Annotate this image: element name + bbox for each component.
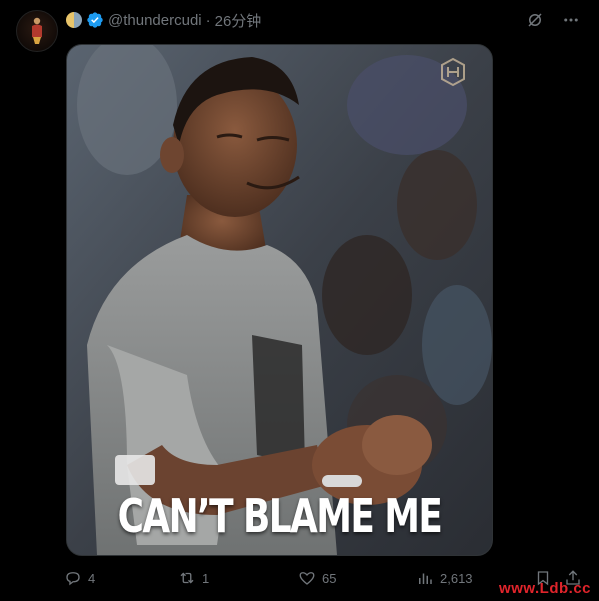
like-button[interactable]: 65	[298, 566, 336, 590]
tweet[interactable]: @thundercudi · 26分钟 CAN’T BLAME ME 4 1 6…	[0, 0, 599, 601]
like-count: 65	[322, 570, 337, 586]
verified-badge-icon	[87, 12, 103, 28]
reply-icon	[66, 572, 80, 586]
repost-icon	[180, 572, 194, 584]
author-handle[interactable]: @thundercudi	[108, 12, 202, 29]
reply-button[interactable]: 4	[64, 566, 95, 590]
player-photo	[67, 45, 492, 555]
repost-button[interactable]: 1	[178, 566, 209, 590]
image-caption-text: CAN’T BLAME ME	[117, 489, 443, 543]
meta-separator: ·	[205, 11, 211, 29]
repost-count: 1	[202, 570, 210, 586]
like-icon	[299, 572, 315, 585]
avatar[interactable]	[16, 10, 58, 52]
more-icon[interactable]	[561, 10, 581, 30]
post-timestamp[interactable]: 26分钟	[215, 10, 262, 31]
grok-icon[interactable]	[525, 10, 545, 30]
header-actions	[525, 10, 581, 30]
views-button[interactable]: 2,613	[416, 566, 473, 590]
views-icon	[419, 573, 432, 584]
reply-count: 4	[88, 570, 96, 586]
site-watermark: www.Ldb.cc	[499, 580, 591, 597]
post-header: @thundercudi · 26分钟	[66, 10, 261, 30]
avatar-figure-icon	[32, 17, 42, 44]
views-count: 2,613	[440, 570, 473, 586]
post-image[interactable]: CAN’T BLAME ME	[66, 44, 493, 556]
brand-logo-icon	[441, 57, 465, 87]
display-name-emoji-icon[interactable]	[66, 12, 82, 28]
